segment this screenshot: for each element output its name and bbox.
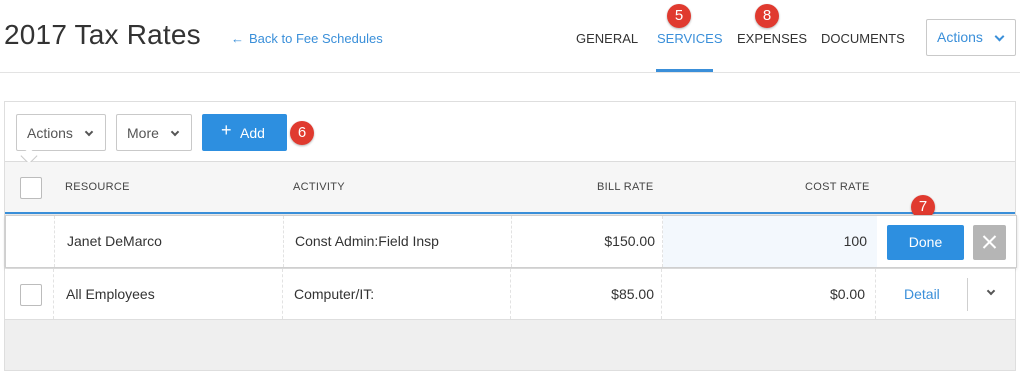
fee-schedule-panel: Actions More + Add 6 RESOURCE ACTIVITY B… [4,101,1017,371]
row-select-cell [5,269,54,319]
tab-general[interactable]: GENERAL [576,31,638,46]
page-header: 2017 Tax Rates ← Back to Fee Schedules GE… [0,0,1020,73]
chevron-down-icon [170,127,180,137]
chevron-down-icon [84,127,94,137]
annotation-badge-5: 5 [667,4,691,28]
bill-rate-value: $85.00 [611,286,654,302]
annotation-badge-6: 6 [290,121,314,145]
cost-rate-input[interactable]: 100 [663,216,877,267]
column-header-cost-rate[interactable]: COST RATE [805,181,870,193]
column-header-bill-rate[interactable]: BILL RATE [597,181,654,193]
add-button-label: Add [240,125,265,141]
row-checkbox[interactable] [20,284,42,306]
back-to-fee-schedules-link[interactable]: ← Back to Fee Schedules [231,31,383,46]
close-icon[interactable] [973,225,1006,260]
resource-cell[interactable]: All Employees [54,269,283,319]
cost-rate-value: $0.00 [829,286,865,302]
tab-documents[interactable]: DOCUMENTS [821,31,905,46]
column-header-resource[interactable]: RESOURCE [65,181,130,193]
toolbar-more-dropdown[interactable]: More [116,114,192,151]
bill-rate-cell[interactable]: $85.00 [511,269,662,319]
resource-value: All Employees [66,286,155,302]
arrow-left-icon: ← [231,31,244,46]
done-button[interactable]: Done [887,225,964,260]
toolbar-actions-label: Actions [27,125,73,141]
table-row: All Employees Computer/IT: $85.00 $0.00 … [5,269,1015,320]
activity-cell[interactable]: Const Admin:Field Insp [284,216,512,267]
page-title: 2017 Tax Rates [4,19,201,50]
tab-services[interactable]: SERVICES [657,31,723,46]
header-actions-dropdown[interactable]: Actions [926,19,1016,56]
active-tab-indicator [656,69,713,72]
bill-rate-cell[interactable]: $150.00 [512,216,663,267]
cost-rate-value: 100 [843,233,867,249]
plus-icon: + [221,120,232,140]
chevron-down-icon[interactable] [986,286,996,296]
table-toolbar: Actions More + Add 6 [5,102,1015,165]
table-row: Janet DeMarco Const Admin:Field Insp $15… [5,215,1017,268]
bill-rate-value: $150.00 [604,233,655,249]
toolbar-more-label: More [127,125,159,141]
table-header: RESOURCE ACTIVITY BILL RATE COST RATE [5,162,1015,214]
column-header-activity[interactable]: ACTIVITY [293,181,345,193]
chevron-down-icon [994,31,1005,42]
resource-value: Janet DeMarco [67,233,162,249]
back-link-label: Back to Fee Schedules [249,31,383,46]
resource-cell[interactable]: Janet DeMarco [55,216,284,267]
annotation-badge-8: 8 [755,4,779,28]
detail-link[interactable]: Detail [904,286,940,302]
tab-expenses[interactable]: EXPENSES [737,31,807,46]
activity-cell[interactable]: Computer/IT: [283,269,511,319]
row-divider [967,278,968,311]
row-select-cell [6,216,55,267]
activity-value: Const Admin:Field Insp [295,233,439,249]
activity-value: Computer/IT: [294,286,375,302]
add-button[interactable]: + Add [202,114,287,151]
toolbar-actions-dropdown[interactable]: Actions [16,114,106,151]
select-all-checkbox[interactable] [20,177,42,199]
header-actions-label: Actions [937,29,983,45]
cost-rate-cell[interactable]: $0.00 [662,269,876,319]
